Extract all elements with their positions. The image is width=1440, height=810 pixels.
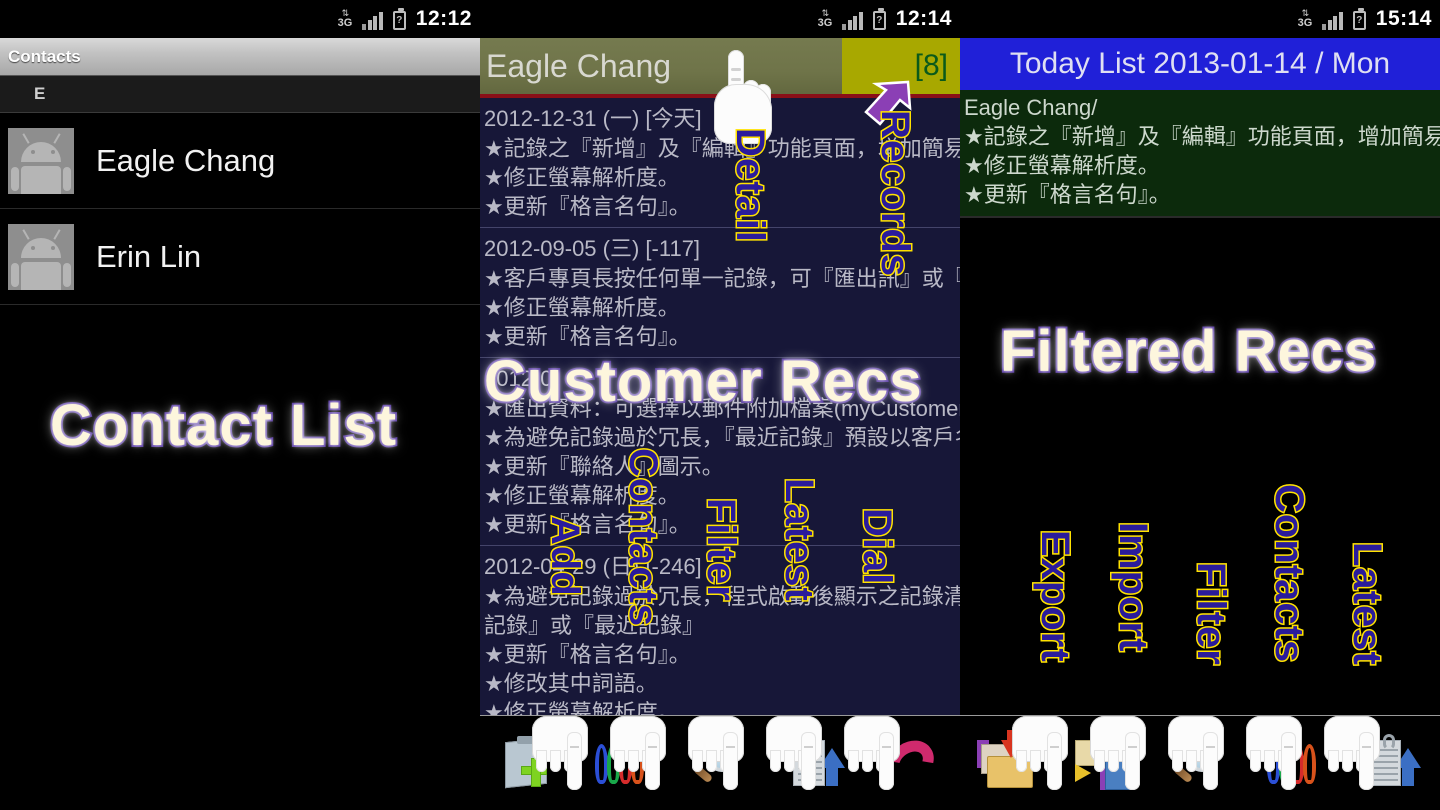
avatar bbox=[8, 127, 74, 194]
toolbar-label-filter: Filter bbox=[1188, 561, 1235, 668]
contacts-title-bar: Contacts bbox=[0, 38, 480, 76]
contact-name: Erin Lin bbox=[96, 238, 202, 274]
toolbar-label-import: Import bbox=[1110, 520, 1157, 653]
toolbar-label-add: Add bbox=[542, 515, 589, 599]
network-3g-icon: ⇅ 3G bbox=[817, 8, 833, 29]
record-line: ★修正螢幕解析度。 bbox=[484, 295, 680, 320]
three-phone-screenshots: ⇅ 3G ? 12:12 Contacts E Eagle Chang Erin… bbox=[0, 0, 1440, 810]
toolbar-pointer-hands bbox=[960, 670, 1440, 790]
status-bar-left: ⇅ 3G ? 12:12 bbox=[0, 0, 480, 38]
battery-unknown-icon: ? bbox=[872, 8, 886, 30]
entry-line: ★更新『格言名句』。 bbox=[964, 182, 1171, 207]
panel-customer-records: ⇅ 3G ? 12:14 Eagle Chang [8] 2012-12-31 (… bbox=[480, 0, 960, 810]
section-header-label: E bbox=[34, 84, 46, 103]
battery-unknown-icon: ? bbox=[1352, 8, 1366, 30]
panel-today-list: ⇅ 3G ? 15:14 Today List 2013-01-14 / Mon … bbox=[960, 0, 1440, 810]
pointer-label-detail: Detail bbox=[727, 127, 774, 245]
pointer-hand-export-icon bbox=[1012, 692, 1068, 790]
avatar bbox=[8, 223, 74, 290]
toolbar-label-export: Export bbox=[1032, 529, 1079, 665]
battery-unknown-icon: ? bbox=[392, 8, 406, 30]
contact-name: Eagle Chang bbox=[96, 142, 276, 178]
status-clock: 15:14 bbox=[1375, 7, 1432, 30]
list-item[interactable]: Erin Lin bbox=[0, 209, 480, 305]
today-list-title: Today List 2013-01-14 / Mon bbox=[1009, 47, 1391, 80]
status-clock: 12:14 bbox=[895, 7, 952, 30]
pointer-hand-contacts-icon bbox=[610, 692, 666, 790]
toolbar-label-dial: Dial bbox=[854, 506, 901, 586]
panel-contact-list: ⇅ 3G ? 12:12 Contacts E Eagle Chang Erin… bbox=[0, 0, 480, 810]
list-item[interactable]: Eagle Chang bbox=[0, 113, 480, 209]
record-line: ★為避免記錄過於冗長，『最近記錄』預設以客戶名 bbox=[484, 425, 960, 450]
network-3g-icon: ⇅ 3G bbox=[1297, 8, 1313, 29]
status-clock: 12:12 bbox=[415, 7, 472, 30]
callout-contact-list: Contact List bbox=[48, 391, 398, 460]
record-line: ★更新『聯絡人』圖示。 bbox=[484, 454, 724, 479]
toolbar-label-filter: Filter bbox=[698, 497, 745, 604]
entry-owner: Eagle Chang/ bbox=[964, 95, 1098, 120]
signal-bars-icon bbox=[362, 8, 383, 30]
entry-line: ★記錄之『新增』及『編輯』功能頁面，增加簡易日 bbox=[964, 124, 1440, 149]
pointer-hand-add-icon bbox=[532, 692, 588, 790]
network-3g-icon: ⇅ 3G bbox=[337, 8, 353, 29]
pointer-hand-dial-icon bbox=[844, 692, 900, 790]
signal-bars-icon bbox=[842, 8, 863, 30]
status-bar-right: ⇅ 3G ? 15:14 bbox=[960, 0, 1440, 38]
today-entry[interactable]: Eagle Chang/ ★記錄之『新增』及『編輯』功能頁面，增加簡易日 ★修正… bbox=[960, 90, 1440, 218]
toolbar-label-latest: Latest bbox=[776, 477, 823, 604]
callout-customer-recs: Customer Recs bbox=[482, 347, 923, 416]
entry-line: ★修正螢幕解析度。 bbox=[964, 153, 1160, 178]
pointer-hand-contacts-icon bbox=[1246, 692, 1302, 790]
toolbar-label-latest: Latest bbox=[1344, 541, 1391, 668]
record-line: ★更新『格言名句』。 bbox=[484, 324, 691, 349]
pointer-hand-import-icon bbox=[1090, 692, 1146, 790]
section-header-e: E bbox=[0, 76, 480, 113]
record-line: ★更新『格言名句』。 bbox=[484, 642, 691, 667]
record-line: 記錄』或『最近記錄』 bbox=[484, 613, 705, 638]
pointer-hand-latest-icon bbox=[1324, 692, 1380, 790]
status-badge: [8] bbox=[914, 49, 948, 82]
pointer-hand-latest-icon bbox=[766, 692, 822, 790]
signal-bars-icon bbox=[1322, 8, 1343, 30]
pointer-hand-filter-icon bbox=[688, 692, 744, 790]
customer-name: Eagle Chang bbox=[486, 47, 672, 84]
pointer-label-records: Records bbox=[872, 108, 919, 278]
toolbar-pointer-hands bbox=[480, 670, 960, 790]
toolbar-label-contacts: Contacts bbox=[1266, 482, 1313, 664]
pointer-hand-filter-icon bbox=[1168, 692, 1224, 790]
customer-name-button[interactable]: Eagle Chang bbox=[480, 38, 842, 94]
status-bar-middle: ⇅ 3G ? 12:14 bbox=[480, 0, 960, 38]
callout-filtered-recs: Filtered Recs bbox=[998, 317, 1378, 386]
page-title: Contacts bbox=[8, 46, 81, 66]
today-list-header: Today List 2013-01-14 / Mon bbox=[960, 38, 1440, 90]
toolbar-label-contacts: Contacts bbox=[620, 446, 667, 628]
